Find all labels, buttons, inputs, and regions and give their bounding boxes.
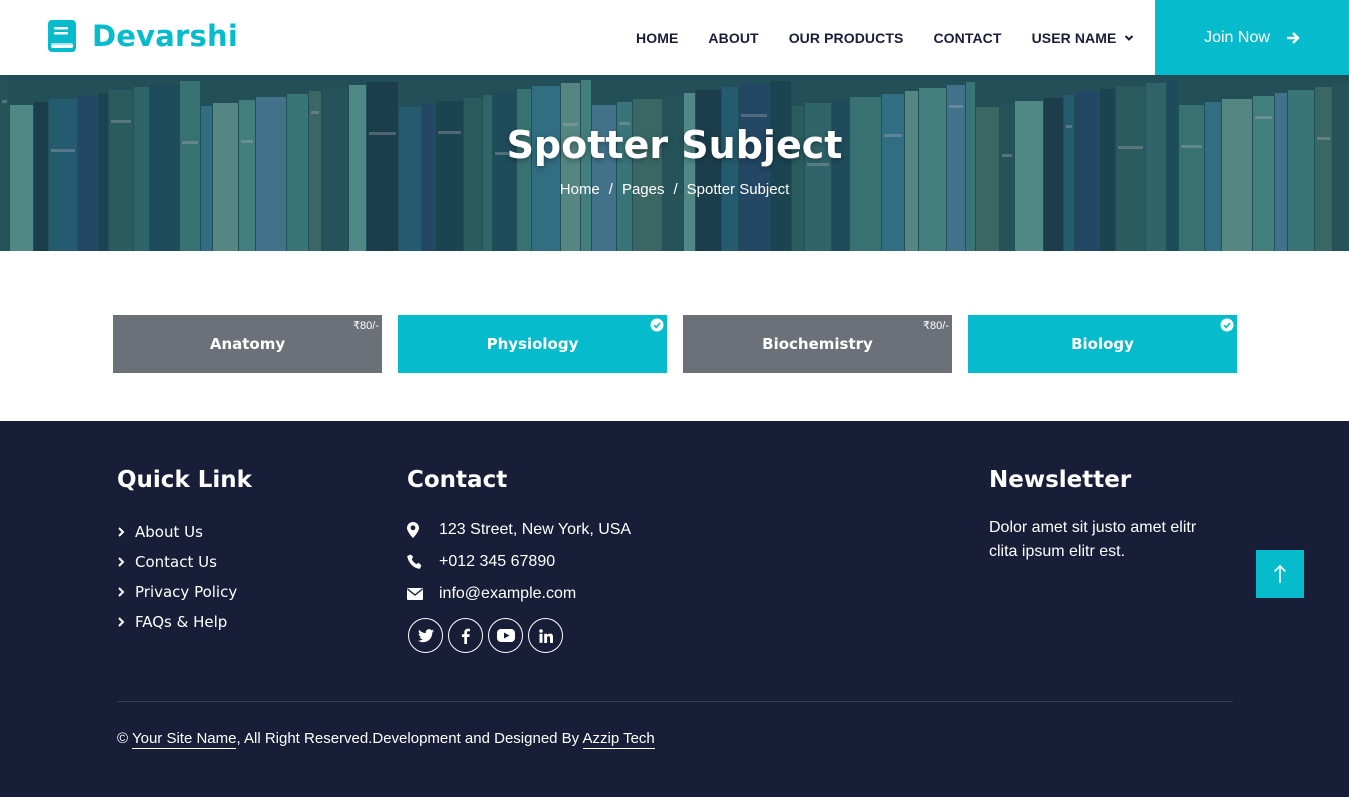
nav-user-name-label: USER NAME xyxy=(1031,29,1117,46)
youtube-icon xyxy=(496,629,515,642)
contact-title: Contact xyxy=(407,467,508,493)
newsletter-text: Dolor amet sit justo amet elitr clita ip… xyxy=(989,519,1197,560)
quick-link-contact-us[interactable]: Contact Us xyxy=(117,547,237,577)
quick-link-label: Contact Us xyxy=(135,553,217,571)
breadcrumb-separator: / xyxy=(608,181,613,198)
envelope-icon xyxy=(407,588,423,600)
social-links xyxy=(408,618,568,653)
footer-divider xyxy=(117,701,1233,702)
site-name-link[interactable]: Your Site Name xyxy=(131,730,237,749)
contact-phone-text: +012 345 67890 xyxy=(439,553,556,570)
subject-card-biochemistry[interactable]: Biochemistry ₹80/- xyxy=(683,315,952,373)
nav-home[interactable]: HOME xyxy=(621,30,693,46)
quick-link-privacy-policy[interactable]: Privacy Policy xyxy=(117,577,237,607)
breadcrumb-pages[interactable]: Pages xyxy=(622,181,665,198)
youtube-button[interactable] xyxy=(488,618,523,653)
subject-card-physiology[interactable]: Physiology xyxy=(398,315,667,373)
nav-menu: HOME ABOUT OUR PRODUCTS CONTACT USER NAM… xyxy=(621,0,1149,75)
twitter-icon xyxy=(417,628,434,642)
nav-about[interactable]: ABOUT xyxy=(693,30,773,46)
linkedin-icon xyxy=(538,628,553,643)
check-circle-icon xyxy=(1220,318,1234,332)
contact-address-text: 123 Street, New York, USA xyxy=(439,521,632,538)
brand-name: Devarshi xyxy=(92,19,238,53)
quick-link-label: FAQs & Help xyxy=(135,613,228,631)
footer: Quick Link About Us Contact Us Privacy P… xyxy=(0,421,1349,797)
subject-card-anatomy[interactable]: Anatomy ₹80/- xyxy=(113,315,382,373)
twitter-button[interactable] xyxy=(408,618,443,653)
chevron-right-icon xyxy=(118,527,125,537)
chevron-down-icon xyxy=(1125,34,1134,41)
contact-phone: +012 345 67890 xyxy=(407,546,631,578)
page-title: Spotter Subject xyxy=(506,123,843,167)
chevron-right-icon xyxy=(118,557,125,567)
phone-icon xyxy=(407,554,422,569)
quick-link-about-us[interactable]: About Us xyxy=(117,517,237,547)
chevron-right-icon xyxy=(118,587,125,597)
breadcrumb-separator: / xyxy=(673,181,678,198)
arrow-right-icon xyxy=(1286,31,1300,44)
page-header: Spotter Subject Home / Pages / Spotter Subje… xyxy=(0,75,1349,251)
arrow-up-icon xyxy=(1273,564,1287,583)
breadcrumb-home[interactable]: Home xyxy=(560,181,600,198)
back-to-top-button[interactable] xyxy=(1256,550,1304,598)
chevron-right-icon xyxy=(118,617,125,627)
breadcrumb: Home / Pages / Spotter Subject xyxy=(0,181,1349,198)
quick-link-list: About Us Contact Us Privacy Policy FAQs … xyxy=(117,517,237,637)
contact-list: 123 Street, New York, USA +012 345 67890… xyxy=(407,514,631,610)
contact-address: 123 Street, New York, USA xyxy=(407,514,631,546)
subject-name: Biochemistry xyxy=(762,335,873,353)
nav-our-products[interactable]: OUR PRODUCTS xyxy=(774,30,919,46)
newsletter-title: Newsletter xyxy=(989,467,1132,493)
copyright-text: , All Right Reserved.Development and Des… xyxy=(236,730,583,747)
copyright-symbol: © xyxy=(117,730,129,747)
facebook-icon xyxy=(461,628,470,644)
facebook-button[interactable] xyxy=(448,618,483,653)
designer-link[interactable]: Azzip Tech xyxy=(582,730,655,749)
map-marker-icon xyxy=(407,522,419,538)
quick-link-faqs-help[interactable]: FAQs & Help xyxy=(117,607,237,637)
join-now-label: Join Now xyxy=(1204,28,1270,46)
nav-user-name-dropdown[interactable]: USER NAME xyxy=(1017,30,1150,46)
join-now-button[interactable]: Join Now xyxy=(1155,0,1349,75)
contact-email: info@example.com xyxy=(407,578,631,610)
quick-link-label: Privacy Policy xyxy=(135,583,238,601)
subject-card-biology[interactable]: Biology xyxy=(968,315,1237,373)
subject-price: ₹80/- xyxy=(923,320,949,332)
subject-price: ₹80/- xyxy=(353,320,379,332)
contact-email-text: info@example.com xyxy=(439,585,577,602)
quick-link-label: About Us xyxy=(135,523,203,541)
subject-name: Biology xyxy=(1071,335,1134,353)
navbar: Devarshi HOME ABOUT OUR PRODUCTS CONTACT… xyxy=(0,0,1349,75)
nav-contact[interactable]: CONTACT xyxy=(918,30,1016,46)
check-circle-icon xyxy=(650,318,664,332)
subject-list: Anatomy ₹80/- Physiology Biochemistry ₹8… xyxy=(113,315,1253,373)
quick-link-title: Quick Link xyxy=(117,467,252,493)
brand-logo[interactable]: Devarshi xyxy=(48,18,238,54)
breadcrumb-current: Spotter Subject xyxy=(686,181,790,198)
subject-name: Physiology xyxy=(486,335,579,353)
subject-name: Anatomy xyxy=(209,335,286,353)
book-icon xyxy=(48,20,76,52)
linkedin-button[interactable] xyxy=(528,618,563,653)
copyright: © Your Site Name, All Right Reserved.Dev… xyxy=(117,730,655,749)
